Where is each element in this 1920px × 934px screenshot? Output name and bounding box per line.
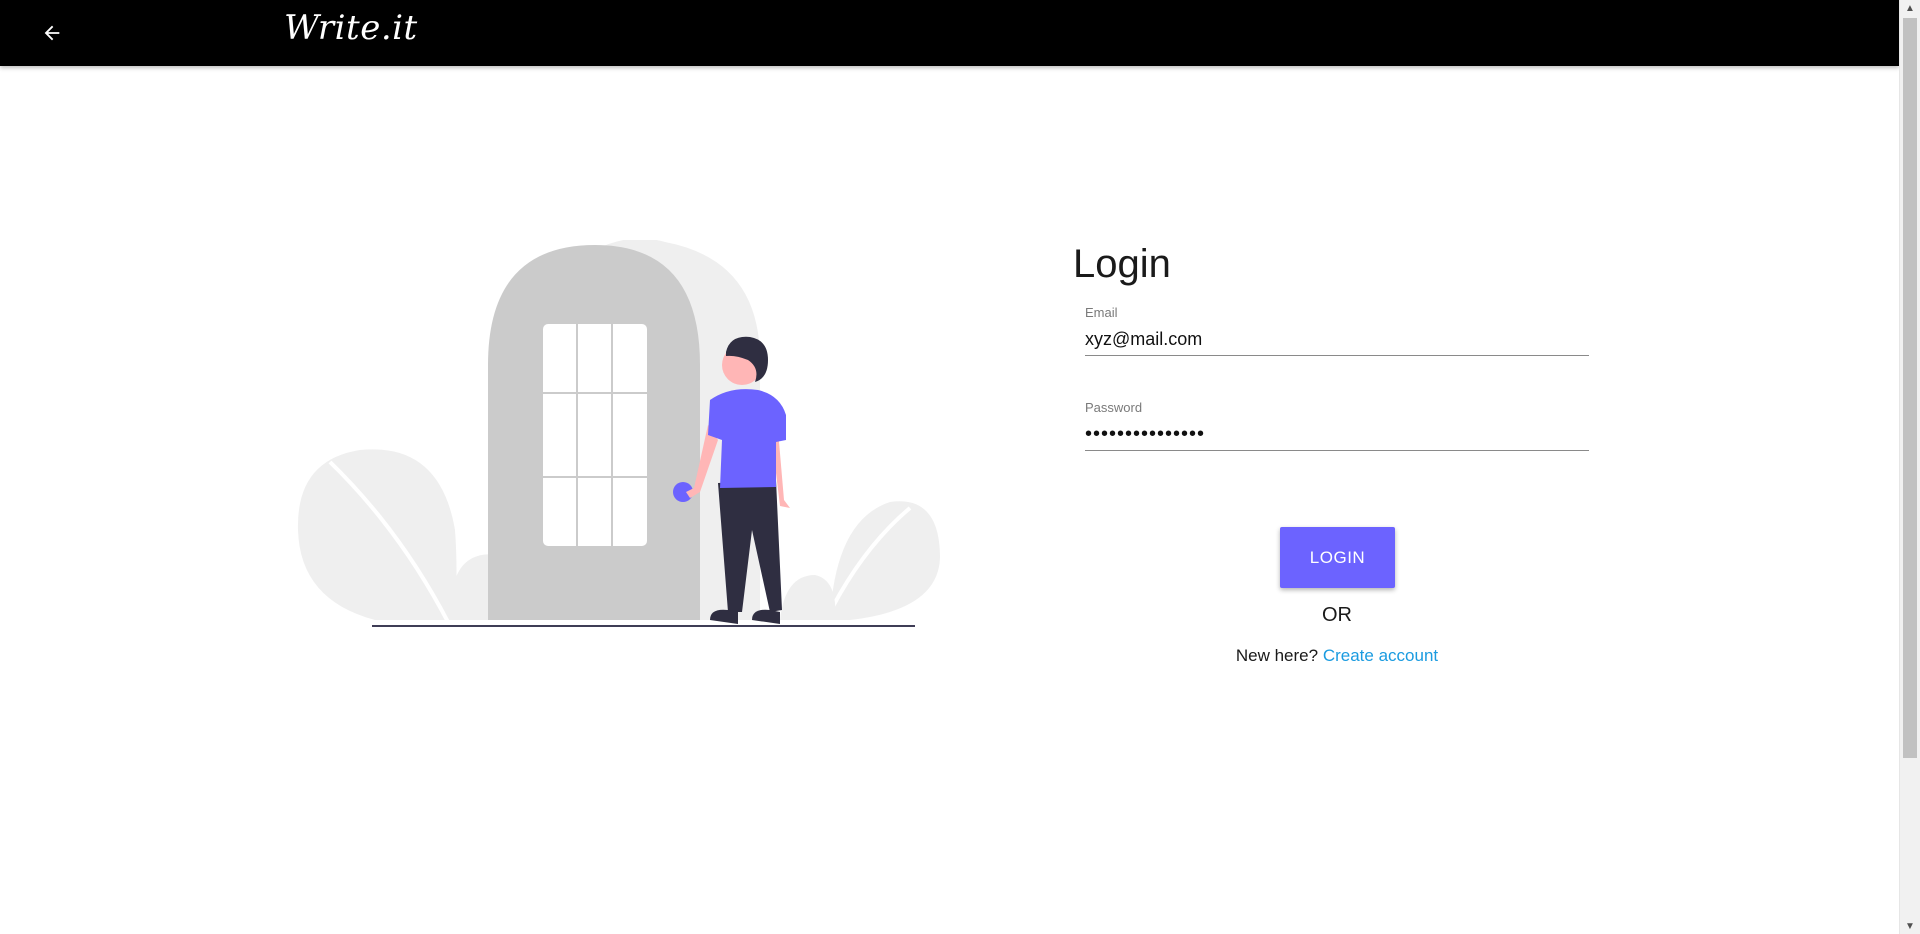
- login-button[interactable]: LOGIN: [1280, 527, 1395, 588]
- back-button[interactable]: [34, 15, 70, 51]
- scroll-up-icon[interactable]: ▲: [1900, 0, 1920, 16]
- login-form: Login Email Password LOGIN OR New here? …: [1072, 240, 1592, 665]
- email-label: Email: [1085, 305, 1118, 320]
- page-title: Login: [1073, 242, 1171, 286]
- door-window: [543, 324, 647, 546]
- password-field: Password: [1085, 400, 1589, 451]
- scroll-down-icon[interactable]: ▼: [1900, 918, 1920, 934]
- arrow-left-icon: [44, 25, 60, 41]
- login-illustration: [290, 238, 950, 630]
- create-account-link[interactable]: Create account: [1323, 646, 1438, 665]
- password-input[interactable]: [1085, 418, 1589, 450]
- email-field: Email: [1085, 305, 1589, 356]
- scrollbar-thumb[interactable]: [1903, 18, 1917, 758]
- or-divider: OR: [1322, 604, 1352, 626]
- password-label: Password: [1085, 400, 1143, 415]
- email-input[interactable]: [1085, 323, 1589, 355]
- top-bar: Write.it: [0, 0, 1899, 66]
- signup-prompt: New here?: [1235, 646, 1319, 665]
- vertical-scrollbar[interactable]: ▲ ▼: [1899, 0, 1920, 934]
- brand-logo[interactable]: Write.it: [284, 8, 418, 48]
- plant-right: [830, 501, 940, 620]
- signup-row: New here? Create account: [1072, 646, 1602, 666]
